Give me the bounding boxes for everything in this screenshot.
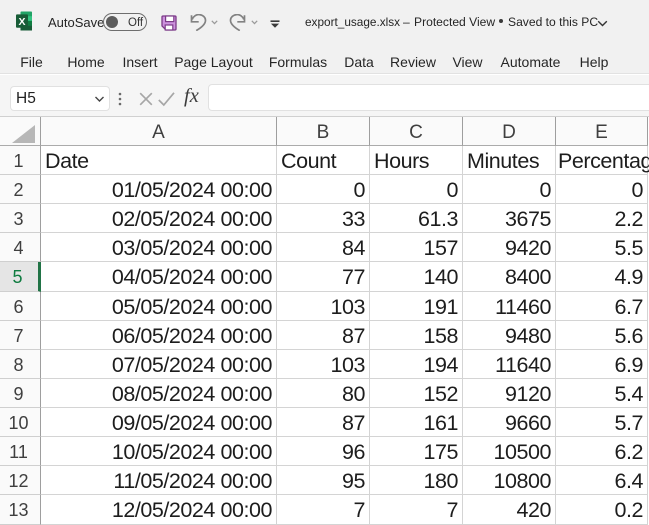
svg-text:X: X <box>18 16 25 28</box>
